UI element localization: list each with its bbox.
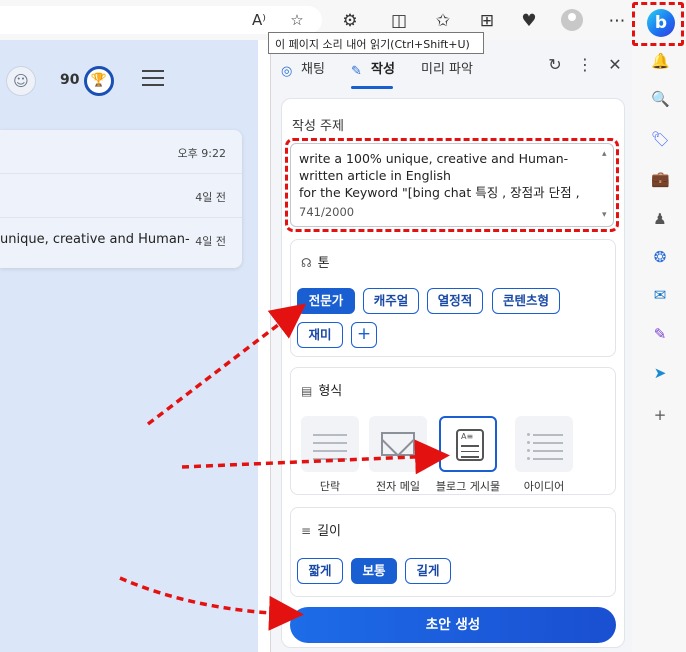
history-time: 오후 9:22: [177, 147, 226, 160]
length-option-long[interactable]: 길게: [405, 558, 451, 584]
user-icon[interactable]: ☺: [6, 66, 36, 96]
more-menu-icon[interactable]: ⋯: [604, 8, 630, 34]
format-section: ▤ 형식 단락 전자 메일 A≡ 블로그 게시물 아이디어: [290, 367, 616, 495]
outlook-icon[interactable]: ✉: [651, 286, 669, 304]
length-icon: ≡: [301, 524, 312, 538]
read-aloud-icon[interactable]: A⁾: [248, 9, 270, 31]
length-option-medium[interactable]: 보통: [351, 558, 397, 584]
screenshot-root: A⁾ ☆ ⚙ ◫ ✩ ⊞ ♥ ⋯ 이 페이지 소리 내어 읽기(Ctrl+Shi…: [0, 0, 686, 652]
send-icon[interactable]: ➤: [651, 364, 669, 382]
microsoft365-icon[interactable]: ❂: [651, 248, 669, 266]
history-time: 4일 전: [195, 235, 226, 248]
tone-option-fun[interactable]: 재미: [297, 322, 343, 348]
compose-form: 작성 주제 write a 100% unique, creative and …: [281, 98, 625, 648]
profile-avatar[interactable]: [561, 9, 583, 31]
tone-option-expert[interactable]: 전문가: [297, 288, 355, 314]
rewards-trophy-icon[interactable]: 🏆: [84, 66, 114, 96]
collections-icon[interactable]: ⊞: [474, 8, 500, 34]
length-section: ≡ 길이 짧게 보통 길게: [290, 507, 616, 597]
browser-essentials-icon[interactable]: ♥: [516, 8, 542, 34]
format-icon: ▤: [301, 384, 313, 398]
list-item[interactable]: unique, creative and Human-w 4일 전: [0, 218, 242, 262]
format-option-email[interactable]: [369, 416, 427, 472]
format-option-ideas[interactable]: [515, 416, 573, 472]
blog-post-icon: A≡: [456, 429, 484, 461]
notification-bell-icon[interactable]: 🔔: [651, 52, 670, 70]
tone-option-casual[interactable]: 캐주얼: [363, 288, 419, 314]
bing-chat-icon[interactable]: b: [647, 9, 675, 37]
tab-compose[interactable]: ✎ 작성: [351, 58, 395, 79]
annotation-highlight-box: [285, 138, 619, 232]
tab-label: 미리 파악: [421, 62, 473, 77]
tone-header: ☊ 톤: [301, 252, 330, 271]
tab-insights[interactable]: 미리 파악: [421, 58, 473, 77]
read-aloud-tooltip: 이 페이지 소리 내어 읽기(Ctrl+Shift+U): [268, 32, 484, 54]
search-icon[interactable]: 🔍: [651, 90, 670, 108]
format-option-paragraph[interactable]: [301, 416, 359, 472]
generate-draft-button[interactable]: 초안 생성: [290, 607, 616, 643]
games-chess-icon[interactable]: ♟: [651, 210, 669, 228]
list-item[interactable]: 오후 9:22: [0, 130, 242, 174]
edge-sidebar: 🔔 🔍 🏷 💼 ♟ ❂ ✉ ✎ ➤ +: [632, 40, 686, 652]
tone-label: 톤: [317, 256, 330, 271]
split-screen-icon[interactable]: ◫: [386, 8, 412, 34]
hamburger-menu-icon[interactable]: [142, 70, 164, 90]
format-header: ▤ 형식: [301, 380, 342, 399]
shopping-tag-icon[interactable]: 🏷: [651, 130, 670, 148]
web-page-area: ☺ 90 🏆 오후 9:22 4일 전 unique, creative and…: [0, 40, 258, 652]
format-option-blog-post[interactable]: A≡: [439, 416, 497, 472]
ideas-list-icon: [527, 433, 563, 466]
refresh-icon[interactable]: ↻: [544, 54, 566, 76]
bing-side-panel: ◎ 채팅 ✎ 작성 미리 파악 ↻ ⋮ ✕ 작성 주제 write a 100% u…: [270, 40, 633, 652]
add-icon[interactable]: +: [651, 406, 669, 424]
tone-option-enthusiastic[interactable]: 열정적: [427, 288, 483, 314]
add-tone-button[interactable]: +: [351, 322, 377, 348]
length-label: 길이: [317, 524, 341, 539]
favorites-icon[interactable]: ✩: [430, 8, 456, 34]
tab-chat[interactable]: ◎ 채팅: [281, 58, 325, 79]
tone-icon: ☊: [301, 256, 312, 270]
paragraph-icon: [313, 434, 347, 466]
tab-label: 채팅: [301, 62, 325, 77]
length-header: ≡ 길이: [301, 520, 341, 539]
extensions-icon[interactable]: ⚙: [337, 8, 363, 34]
active-tab-indicator: [351, 86, 393, 89]
tone-option-content[interactable]: 콘텐츠형: [492, 288, 560, 314]
format-label-blog-post: 블로그 게시물: [435, 480, 501, 493]
tone-section: ☊ 톤 전문가 캐주얼 열정적 콘텐츠형 재미 +: [290, 239, 616, 357]
favorite-star-icon[interactable]: ☆: [286, 9, 308, 31]
chat-history-list: 오후 9:22 4일 전 unique, creative and Human-…: [0, 130, 242, 268]
compose-icon: ✎: [351, 64, 362, 79]
bing-button-highlight: b: [632, 2, 684, 46]
email-icon: [381, 432, 415, 456]
format-label-email: 전자 메일: [376, 480, 420, 493]
tools-briefcase-icon[interactable]: 💼: [651, 170, 670, 188]
history-title: unique, creative and Human-w: [0, 232, 190, 247]
more-options-icon[interactable]: ⋮: [574, 54, 596, 76]
format-label: 형식: [318, 384, 343, 399]
list-item[interactable]: 4일 전: [0, 174, 242, 218]
designer-icon[interactable]: ✎: [651, 325, 669, 343]
topic-label: 작성 주제: [292, 119, 344, 134]
format-label-ideas: 아이디어: [523, 480, 565, 493]
format-label-paragraph: 단락: [319, 480, 341, 493]
rewards-points: 90: [60, 72, 80, 88]
chat-icon: ◎: [281, 64, 293, 79]
close-icon[interactable]: ✕: [604, 54, 626, 76]
tab-label: 작성: [371, 62, 395, 77]
history-time: 4일 전: [195, 191, 226, 204]
length-option-short[interactable]: 짧게: [297, 558, 343, 584]
address-bar[interactable]: [0, 6, 322, 34]
